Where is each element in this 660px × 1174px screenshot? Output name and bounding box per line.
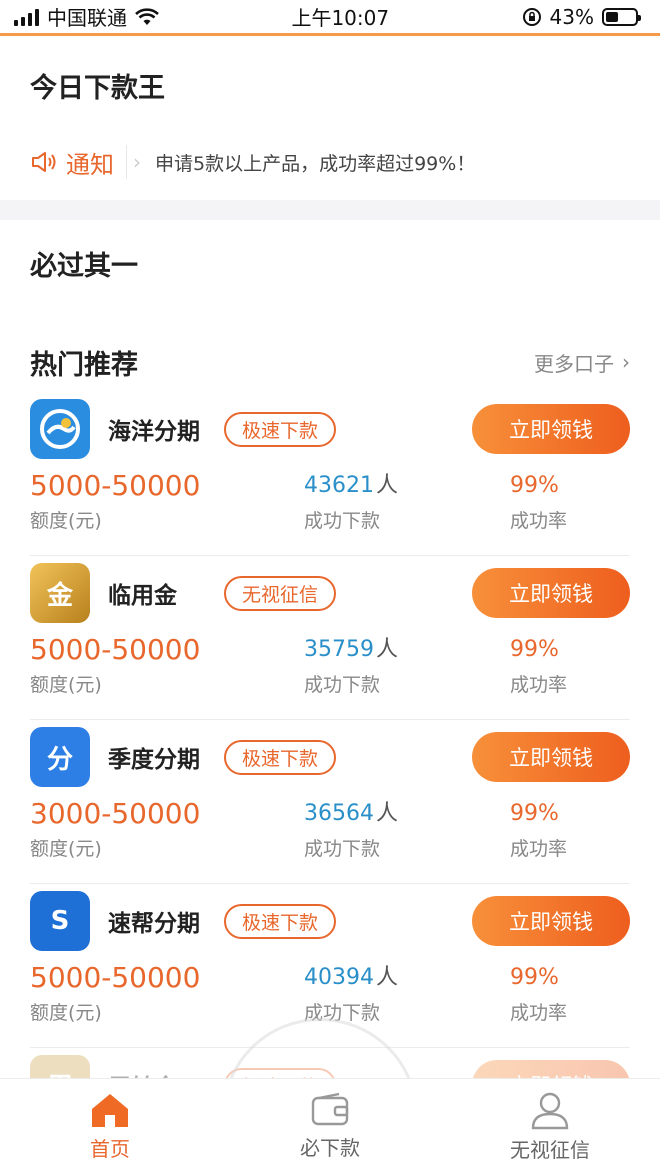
claim-button[interactable]: 立即领钱 <box>472 732 630 782</box>
product-badge: 极速下款 <box>224 739 337 775</box>
must-pass-section: 必过其一 <box>0 220 660 312</box>
amount-label: 额度(元) <box>30 674 102 696</box>
count-unit: 人 <box>376 965 399 990</box>
product-row[interactable]: 分 季度分期 极速下款 立即领钱 3000-50000 额度(元) 36564人成… <box>30 720 630 884</box>
amount-range: 3000-50000 <box>30 797 201 830</box>
amount-label: 额度(元) <box>30 510 102 532</box>
count-unit: 人 <box>376 637 399 662</box>
count-unit: 人 <box>376 473 399 498</box>
home-icon <box>92 1094 128 1127</box>
wave-logo-icon <box>30 399 90 459</box>
orientation-lock-icon <box>522 7 541 26</box>
more-link[interactable]: 更多口子 › <box>534 348 630 377</box>
page-header: 今日下款王 <box>0 36 660 132</box>
tab-bar: 首页 必下款 无视征信 <box>0 1078 660 1174</box>
product-name: 季度分期 <box>108 747 200 773</box>
count-label: 成功下款 <box>304 674 381 696</box>
battery-icon <box>602 7 641 26</box>
speaker-icon <box>32 152 56 172</box>
success-rate: 99% <box>510 965 559 990</box>
tab-home[interactable]: 首页 <box>0 1079 220 1174</box>
notice-label: 通知 <box>66 150 114 179</box>
count-label: 成功下款 <box>304 510 381 532</box>
product-name: 海洋分期 <box>108 419 200 445</box>
subang-logo-icon: S <box>30 891 90 951</box>
signal-icon <box>14 8 39 26</box>
carrier-name: 中国联通 <box>47 6 127 30</box>
success-count: 43621 <box>304 473 374 498</box>
status-right: 43% <box>522 4 641 29</box>
gold-logo-icon: 金 <box>30 563 90 623</box>
product-badge: 极速下款 <box>224 903 337 939</box>
product-name: 速帮分期 <box>108 911 200 937</box>
chevron-right-icon: › <box>622 350 630 374</box>
amount-range: 5000-50000 <box>30 633 201 666</box>
amount-range: 5000-50000 <box>30 961 201 994</box>
amount-label: 额度(元) <box>30 838 102 860</box>
rate-label: 成功率 <box>510 838 568 860</box>
success-rate: 99% <box>510 473 559 498</box>
success-count: 35759 <box>304 637 374 662</box>
claim-button[interactable]: 立即领钱 <box>472 404 630 454</box>
success-rate: 99% <box>510 801 559 826</box>
must-pass-title: 必过其一 <box>30 251 138 282</box>
product-name: 临用金 <box>108 583 177 609</box>
wifi-icon <box>135 7 159 25</box>
hot-title: 热门推荐 <box>30 349 138 381</box>
amount-label: 额度(元) <box>30 1002 102 1024</box>
battery-percent: 43% <box>549 4 594 29</box>
user-icon <box>531 1092 569 1130</box>
notice-bar[interactable]: 通知 › 申请5款以上产品，成功率超过99%！ <box>0 132 660 192</box>
section-divider <box>0 200 660 220</box>
notice-tag: 通知 <box>30 145 114 180</box>
product-badge: 极速下款 <box>224 411 337 447</box>
tab-home-label: 首页 <box>90 1137 130 1161</box>
amount-range: 5000-50000 <box>30 469 201 502</box>
status-bar: 中国联通 上午10:07 43% <box>0 0 660 36</box>
status-left: 中国联通 <box>14 2 159 31</box>
quarter-logo-icon: 分 <box>30 727 90 787</box>
count-unit: 人 <box>376 801 399 826</box>
claim-button[interactable]: 立即领钱 <box>472 896 630 946</box>
success-rate: 99% <box>510 637 559 662</box>
tab-must-loan-label: 必下款 <box>300 1136 360 1160</box>
product-row[interactable]: 海洋分期 极速下款 立即领钱 5000-50000 额度(元) 43621人成功下… <box>30 392 630 556</box>
success-count: 40394 <box>304 965 374 990</box>
more-label: 更多口子 <box>534 351 614 376</box>
chevron-right-icon: › <box>133 150 141 174</box>
tab-ignore-credit-label: 无视征信 <box>510 1138 590 1162</box>
tab-must-loan[interactable]: 必下款 <box>220 1079 440 1174</box>
hot-header: 热门推荐 更多口子 › <box>0 332 660 392</box>
status-time: 上午10:07 <box>291 6 390 30</box>
product-row[interactable]: 金 临用金 无视征信 立即领钱 5000-50000 额度(元) 35759人成功… <box>30 556 630 720</box>
notice-text: 申请5款以上产品，成功率超过99%！ <box>155 152 476 175</box>
rate-label: 成功率 <box>510 510 568 532</box>
count-label: 成功下款 <box>304 838 381 860</box>
rate-label: 成功率 <box>510 1002 568 1024</box>
claim-button[interactable]: 立即领钱 <box>472 568 630 618</box>
notice-divider <box>126 145 127 179</box>
product-badge: 无视征信 <box>224 575 337 611</box>
success-count: 36564 <box>304 801 374 826</box>
rate-label: 成功率 <box>510 674 568 696</box>
wallet-icon <box>311 1092 349 1126</box>
page-title: 今日下款王 <box>30 73 165 104</box>
tab-ignore-credit[interactable]: 无视征信 <box>440 1079 660 1174</box>
